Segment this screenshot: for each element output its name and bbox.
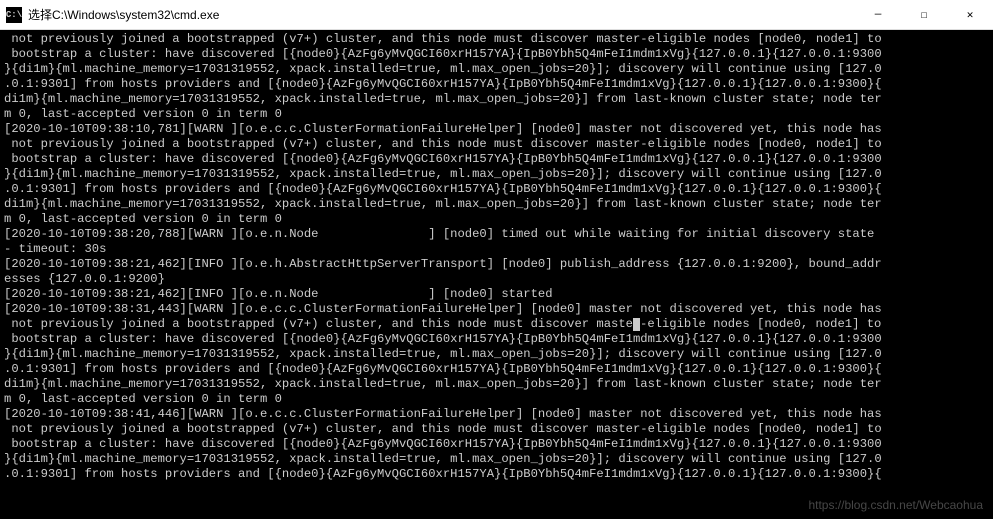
titlebar: C:\ 选择C:\Windows\system32\cmd.exe — ☐ ✕ — [0, 0, 993, 30]
cmd-icon: C:\ — [6, 7, 22, 23]
console-output[interactable]: not previously joined a bootstrapped (v7… — [0, 30, 993, 519]
maximize-button[interactable]: ☐ — [901, 0, 947, 29]
close-button[interactable]: ✕ — [947, 0, 993, 29]
window-title: 选择C:\Windows\system32\cmd.exe — [28, 6, 855, 23]
window-controls: — ☐ ✕ — [855, 0, 993, 29]
minimize-button[interactable]: — — [855, 0, 901, 29]
text-cursor — [633, 318, 640, 331]
watermark: https://blog.csdn.net/Webcaohua — [808, 498, 983, 513]
